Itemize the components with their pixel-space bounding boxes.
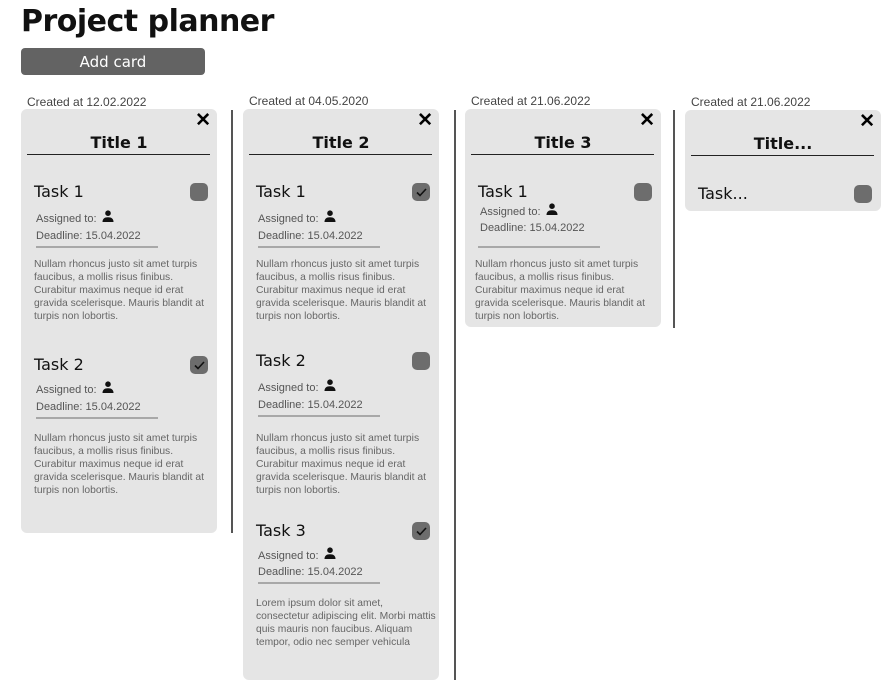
assigned-to: Assigned to: xyxy=(258,547,336,562)
card-created-date: Created at 12.02.2022 xyxy=(27,95,147,109)
task-name: Task 1 xyxy=(34,182,84,201)
task-name: Task 2 xyxy=(34,355,84,374)
person-icon[interactable] xyxy=(324,547,336,562)
card-created-date: Created at 21.06.2022 xyxy=(691,95,811,109)
close-icon[interactable]: ✕ xyxy=(859,112,875,132)
task-description: Nullam rhoncus justo sit amet turpis fau… xyxy=(475,259,645,322)
assigned-to: Assigned to: xyxy=(36,210,114,225)
assigned-label: Assigned to: xyxy=(480,206,541,218)
deadline: Deadline: 15.04.2022 xyxy=(258,399,363,411)
task-divider xyxy=(258,246,380,248)
close-icon[interactable]: ✕ xyxy=(639,111,655,131)
task-name: Task 1 xyxy=(256,182,306,201)
card-created-date: Created at 04.05.2020 xyxy=(249,94,369,108)
task-description: Nullam rhoncus justo sit amet turpis fau… xyxy=(256,259,426,322)
card-title: Title 1 xyxy=(90,133,148,152)
deadline: Deadline: 15.04.2022 xyxy=(258,230,363,242)
task-checkbox-checked[interactable] xyxy=(412,183,430,201)
assigned-label: Assigned to: xyxy=(258,382,319,394)
task-description: Lorem ipsum dolor sit amet, consectetur … xyxy=(256,598,436,648)
card-title: Title... xyxy=(753,134,813,153)
task-divider xyxy=(36,246,158,248)
task-checkbox[interactable] xyxy=(190,183,208,201)
task-name: Task 3 xyxy=(256,521,306,540)
person-icon[interactable] xyxy=(324,210,336,225)
person-icon[interactable] xyxy=(102,381,114,396)
column-divider xyxy=(454,110,456,680)
card-title: Title 2 xyxy=(312,133,370,152)
task-name: Task 2 xyxy=(256,351,306,370)
card-title: Title 3 xyxy=(534,133,592,152)
assigned-to: Assigned to: xyxy=(36,381,114,396)
card-created-date: Created at 21.06.2022 xyxy=(471,94,591,108)
card: ✕ Title 3 Task 1 Assigned to: Deadline: … xyxy=(465,109,661,327)
page-title: Project planner xyxy=(21,4,274,39)
deadline: Deadline: 15.04.2022 xyxy=(36,401,141,413)
title-divider xyxy=(691,155,874,156)
title-divider xyxy=(471,154,654,155)
person-icon[interactable] xyxy=(324,379,336,394)
assigned-to: Assigned to: xyxy=(258,210,336,225)
person-icon[interactable] xyxy=(102,210,114,225)
assigned-label: Assigned to: xyxy=(36,213,97,225)
assigned-label: Assigned to: xyxy=(258,213,319,225)
task-description: Nullam rhoncus justo sit amet turpis fau… xyxy=(34,433,204,496)
deadline: Deadline: 15.04.2022 xyxy=(258,566,363,578)
assigned-label: Assigned to: xyxy=(258,550,319,562)
task-checkbox[interactable] xyxy=(634,183,652,201)
column-divider xyxy=(231,110,233,533)
task-name: Task 1 xyxy=(478,182,528,201)
task-checkbox[interactable] xyxy=(412,352,430,370)
close-icon[interactable]: ✕ xyxy=(417,111,433,131)
task-name: Task... xyxy=(698,184,748,203)
task-checkbox-checked[interactable] xyxy=(412,522,430,540)
deadline: Deadline: 15.04.2022 xyxy=(36,230,141,242)
person-icon[interactable] xyxy=(546,203,558,218)
task-divider xyxy=(478,246,600,248)
title-divider xyxy=(27,154,210,155)
close-icon[interactable]: ✕ xyxy=(195,111,211,131)
task-divider xyxy=(258,582,380,584)
card: ✕ Title 2 Task 1 Assigned to: Deadline: … xyxy=(243,109,439,680)
task-divider xyxy=(258,415,380,417)
add-card-button[interactable]: Add card xyxy=(21,48,205,75)
task-checkbox-checked[interactable] xyxy=(190,356,208,374)
card: ✕ Title 1 Task 1 Assigned to: Deadline: … xyxy=(21,109,217,533)
task-description: Nullam rhoncus justo sit amet turpis fau… xyxy=(34,259,204,322)
title-divider xyxy=(249,154,432,155)
card: ✕ Title... Task... xyxy=(685,110,881,211)
deadline: Deadline: 15.04.2022 xyxy=(480,222,585,234)
column-divider xyxy=(673,110,675,328)
assigned-label: Assigned to: xyxy=(36,384,97,396)
task-divider xyxy=(36,417,158,419)
task-checkbox[interactable] xyxy=(854,185,872,203)
assigned-to: Assigned to: xyxy=(258,379,336,394)
assigned-to: Assigned to: xyxy=(480,203,558,218)
checkmark-icon xyxy=(415,526,427,536)
checkmark-icon xyxy=(193,360,205,370)
task-description: Nullam rhoncus justo sit amet turpis fau… xyxy=(256,433,426,496)
checkmark-icon xyxy=(415,187,427,197)
